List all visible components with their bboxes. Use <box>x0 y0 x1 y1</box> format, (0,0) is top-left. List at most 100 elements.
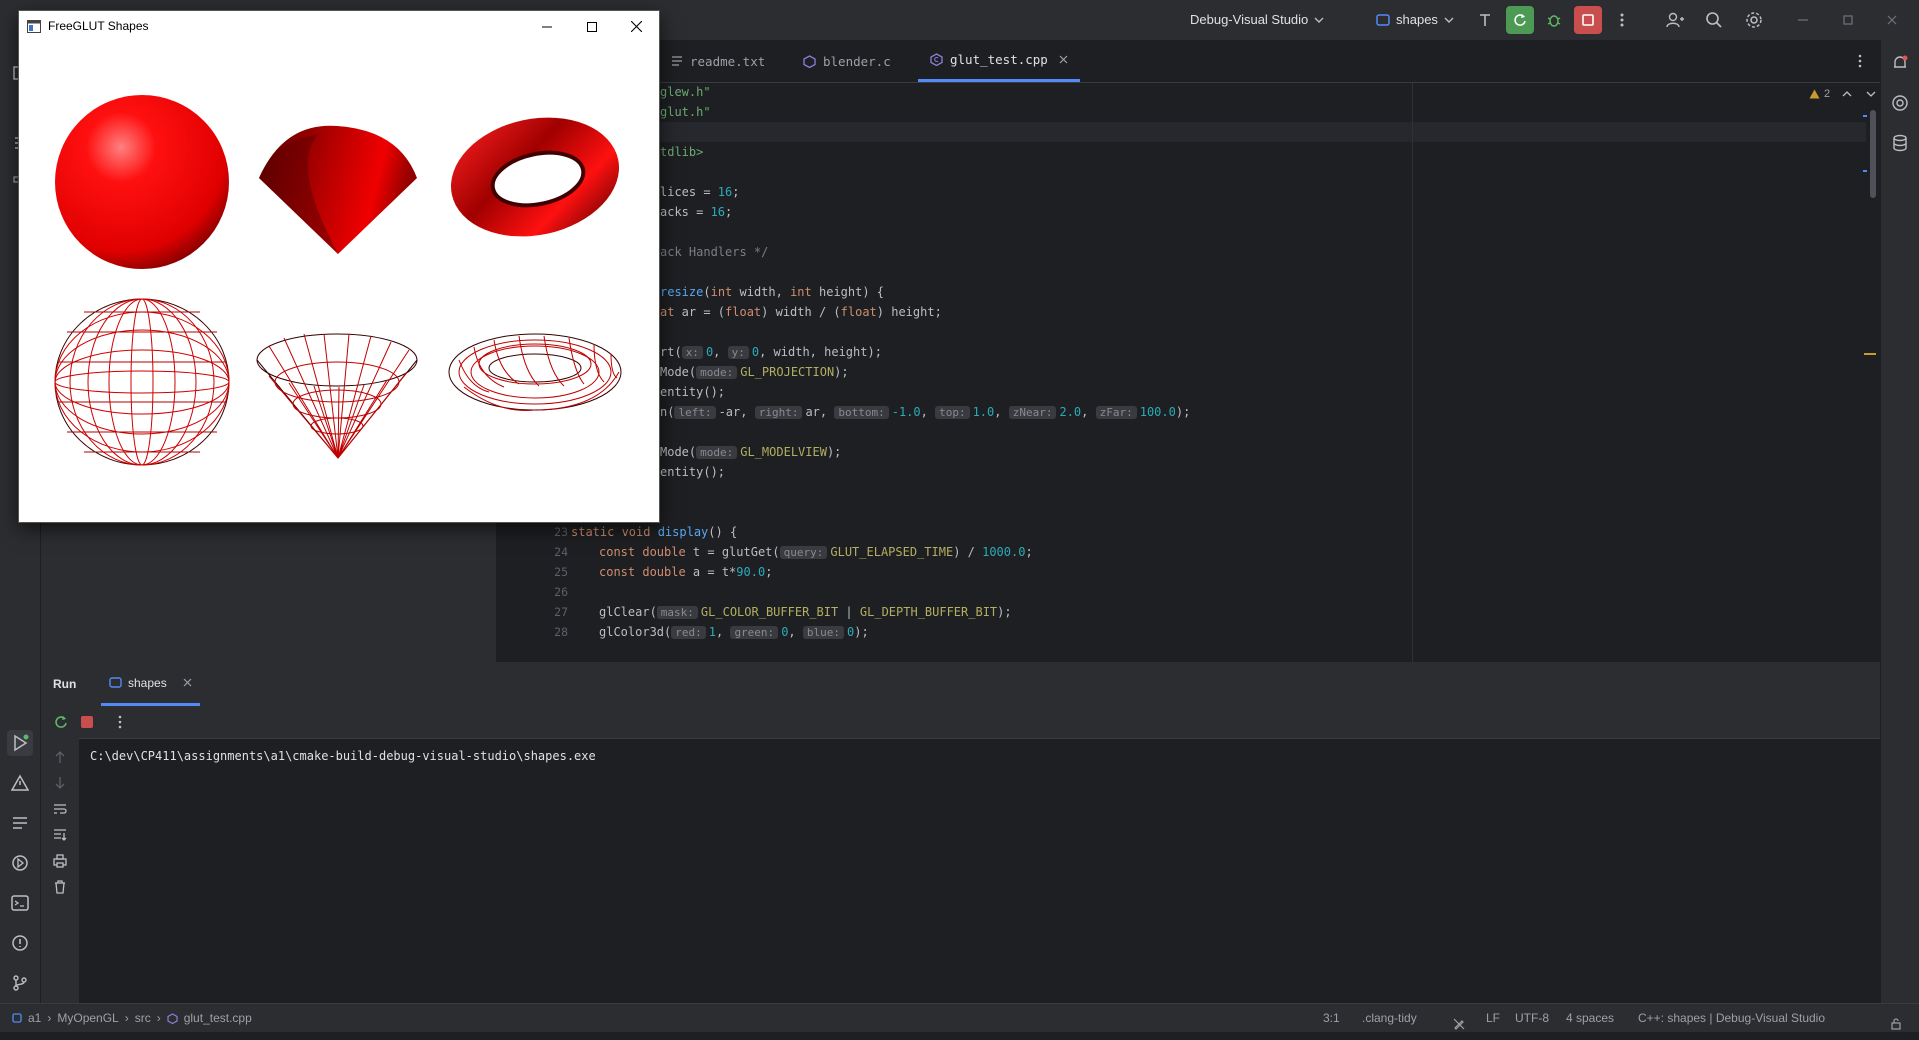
c-file-icon <box>803 54 816 68</box>
wire-torus <box>448 333 622 412</box>
more-options-icon[interactable] <box>118 715 122 734</box>
terminal-icon[interactable] <box>7 890 33 916</box>
code-line: entity(); <box>660 385 726 399</box>
stop-button[interactable] <box>1574 6 1602 34</box>
minimize-icon[interactable] <box>1795 12 1811 28</box>
solid-sphere <box>55 95 229 269</box>
breadcrumb: a1 › MyOpenGL › src › glut_test.cpp <box>12 1004 252 1032</box>
trash-icon[interactable] <box>53 880 67 899</box>
code-line: n(left: -ar, right: ar, bottom: -1.0, top: 1… <box>660 405 1191 419</box>
cpp-file-icon <box>167 1012 178 1024</box>
breadcrumb-item[interactable]: a1 <box>28 1004 41 1032</box>
code-line: lices = 16; <box>660 185 740 199</box>
todo-list-icon[interactable] <box>7 810 33 836</box>
current-line-highlight <box>496 122 1866 142</box>
chevron-right-icon: › <box>156 1011 161 1025</box>
breadcrumb-item[interactable]: glut_test.cpp <box>184 1004 252 1032</box>
indent-setting[interactable]: 4 spaces <box>1566 1004 1614 1032</box>
services-icon[interactable] <box>7 850 33 876</box>
arrow-down-icon[interactable] <box>53 776 67 795</box>
caret-position[interactable]: 3:1 <box>1323 1004 1340 1032</box>
code-line: const double a = t*90.0; <box>599 565 773 579</box>
target-label: shapes <box>1396 12 1438 27</box>
problems-icon[interactable] <box>7 930 33 956</box>
freeglut-window-title: FreeGLUT Shapes <box>48 19 149 33</box>
tab-glut-test[interactable]: glut_test.cpp <box>918 40 1080 82</box>
freeglut-window[interactable]: FreeGLUT Shapes <box>18 10 660 523</box>
code-line: glut.h" <box>660 105 711 119</box>
build-warning-icon[interactable] <box>7 770 33 796</box>
chevron-up-icon[interactable] <box>1842 89 1852 99</box>
cmake-target-icon <box>109 677 122 688</box>
stop-icon <box>1582 14 1594 26</box>
run-tool-icon[interactable] <box>7 730 33 756</box>
rerun-icon <box>1514 14 1526 26</box>
build-hammer-icon[interactable] <box>1471 6 1499 34</box>
maximize-icon[interactable] <box>569 11 614 42</box>
no-edit-icon[interactable] <box>1453 1012 1465 1030</box>
arrow-up-icon[interactable] <box>53 750 67 769</box>
freeglut-title-bar[interactable]: FreeGLUT Shapes <box>19 11 659 42</box>
app-window-icon <box>27 20 41 33</box>
console-output[interactable]: C:\dev\CP411\assignments\a1\cmake-build-… <box>90 749 596 763</box>
lock-icon[interactable] <box>1890 1012 1902 1030</box>
tab-blender[interactable]: blender.c <box>803 40 891 82</box>
notifications-bell-icon[interactable] <box>1887 50 1913 76</box>
run-panel-header: Run shapes <box>41 662 1880 706</box>
database-icon[interactable] <box>1887 130 1913 156</box>
cmake-target-icon <box>1376 13 1390 26</box>
rerun-button[interactable] <box>1506 6 1534 34</box>
change-marker <box>1863 115 1867 117</box>
git-branch-icon[interactable] <box>7 970 33 996</box>
close-icon[interactable] <box>614 11 659 42</box>
warning-stripe-marker[interactable] <box>1864 353 1876 355</box>
status-bar: a1 › MyOpenGL › src › glut_test.cpp 3:1 … <box>0 1003 1919 1032</box>
code-line: acks = 16; <box>660 205 733 219</box>
code-line: glew.h" <box>660 85 711 99</box>
settings-gear-icon[interactable] <box>1740 6 1768 34</box>
run-tab-shapes[interactable]: shapes <box>101 662 200 706</box>
more-actions-icon[interactable] <box>1608 6 1636 34</box>
close-tab-icon[interactable] <box>1059 55 1068 64</box>
scroll-to-end-icon[interactable] <box>53 828 67 847</box>
solid-cone <box>259 125 417 254</box>
soft-wrap-icon[interactable] <box>53 802 67 821</box>
target-selector[interactable]: shapes <box>1376 12 1454 27</box>
code-line: entity(); <box>660 465 726 479</box>
code-line: glColor3d(red: 1, green: 0, blue: 0); <box>599 625 869 639</box>
run-side-toolbar <box>41 738 79 1003</box>
linter-widget[interactable]: .clang-tidy <box>1362 1004 1417 1032</box>
run-panel-title: Run <box>53 677 77 691</box>
line-number: 27 <box>554 605 568 619</box>
code-line: glClear(mask: GL_COLOR_BUFFER_BIT | GL_DE… <box>599 605 1012 619</box>
chevron-down-icon[interactable] <box>1866 89 1876 99</box>
breadcrumb-item[interactable]: MyOpenGL <box>57 1004 118 1032</box>
close-tab-icon[interactable] <box>183 678 192 687</box>
code-editor[interactable]: 2 glew.h" glut.h" tdlib> lices = 16; ack… <box>496 40 1880 682</box>
change-marker <box>1863 170 1867 172</box>
resolve-context[interactable]: C++: shapes | Debug-Visual Studio <box>1638 1004 1825 1032</box>
add-user-icon[interactable] <box>1661 6 1689 34</box>
breadcrumb-item[interactable]: src <box>135 1004 151 1032</box>
tab-readme[interactable]: readme.txt <box>671 40 765 82</box>
minimize-icon[interactable] <box>524 11 569 42</box>
line-number: 24 <box>554 545 568 559</box>
line-number: 26 <box>554 585 568 599</box>
ai-assistant-icon[interactable] <box>1887 90 1913 116</box>
inspection-widget[interactable]: 2 <box>1809 88 1876 100</box>
line-number: 23 <box>554 525 568 539</box>
line-ending[interactable]: LF <box>1486 1004 1500 1032</box>
close-icon[interactable] <box>1884 12 1900 28</box>
rerun-icon[interactable] <box>53 714 69 735</box>
search-icon[interactable] <box>1700 6 1728 34</box>
run-config-selector[interactable]: Debug-Visual Studio <box>1190 12 1324 27</box>
print-icon[interactable] <box>53 854 67 873</box>
debug-bug-icon[interactable] <box>1540 6 1568 34</box>
chevron-down-icon <box>1314 17 1324 23</box>
restore-icon[interactable] <box>1840 12 1856 28</box>
file-encoding[interactable]: UTF-8 <box>1515 1004 1549 1032</box>
opengl-canvas[interactable] <box>19 42 659 522</box>
tab-options-icon[interactable] <box>1858 54 1862 73</box>
editor-scrollbar[interactable] <box>1870 110 1876 198</box>
stop-icon[interactable] <box>80 715 94 734</box>
